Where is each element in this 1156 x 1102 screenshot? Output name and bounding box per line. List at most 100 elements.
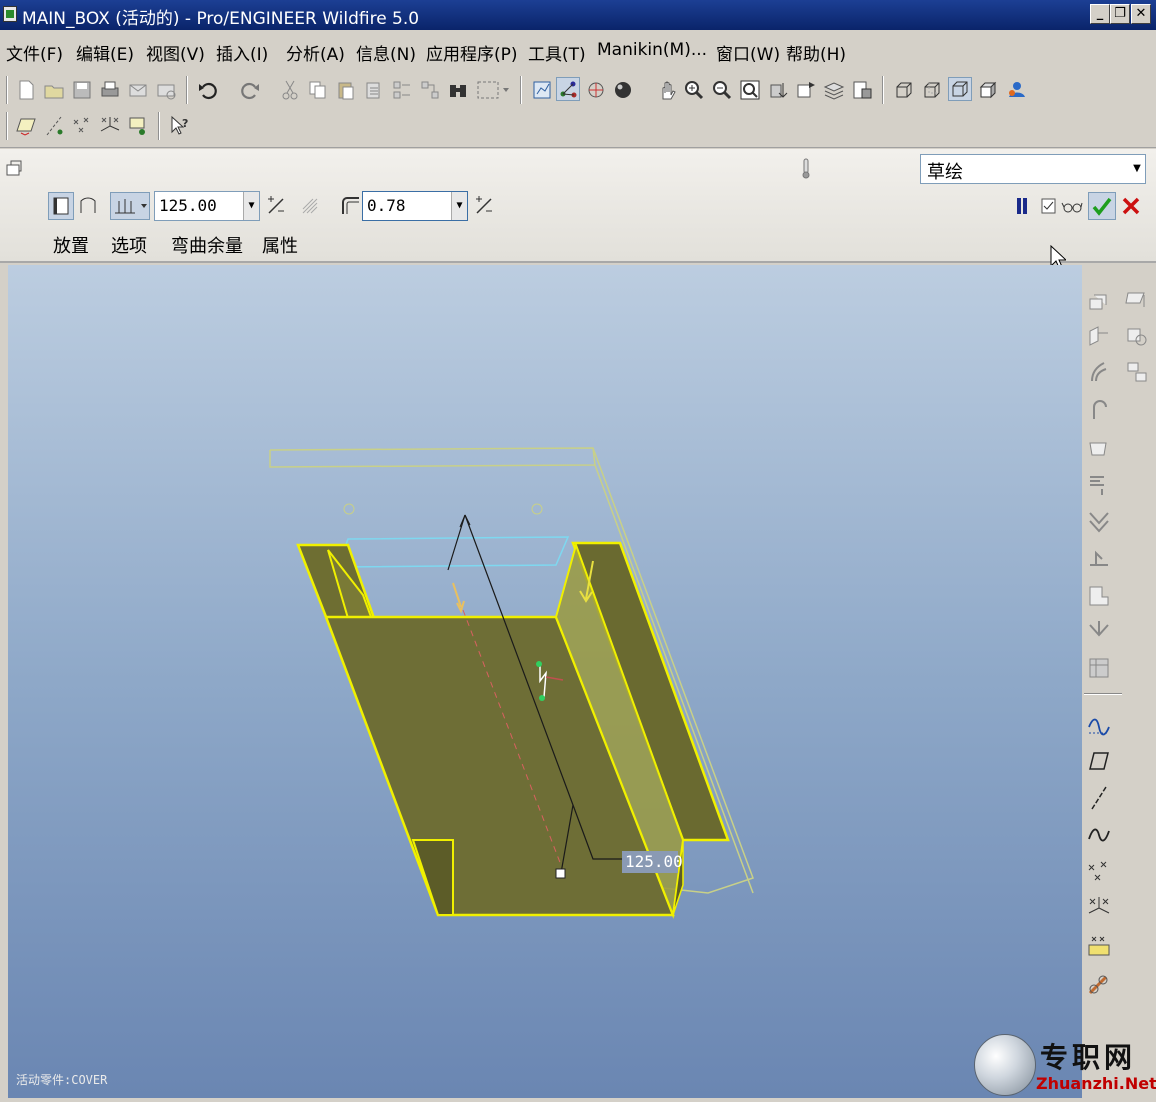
analysis-feature-icon[interactable] — [126, 114, 150, 138]
flatten-icon[interactable] — [1086, 583, 1112, 609]
pause-icon[interactable] — [1010, 194, 1034, 218]
glasses-preview-icon[interactable] — [1060, 194, 1084, 218]
menu-insert[interactable]: 插入(I) — [216, 40, 268, 65]
copy-icon[interactable] — [306, 78, 330, 102]
bend-icon[interactable] — [1086, 435, 1112, 461]
thickness-input[interactable]: 0.78 ▼ — [362, 191, 468, 221]
regen-manager-icon[interactable] — [418, 78, 442, 102]
bend-back-icon[interactable] — [1086, 545, 1112, 571]
unbend-icon[interactable] — [1086, 509, 1112, 535]
menu-applications[interactable]: 应用程序(P) — [426, 40, 518, 65]
extend-wall-icon[interactable] — [1124, 323, 1150, 349]
sketch-analysis-icon[interactable] — [1086, 933, 1112, 959]
sketch-point-icon[interactable] — [1086, 859, 1112, 885]
sketch-selector[interactable]: 草绘 ▼ — [920, 154, 1146, 184]
save-icon[interactable] — [70, 78, 94, 102]
chevron-down-icon[interactable]: ▼ — [451, 192, 467, 220]
chevron-down-icon[interactable]: ▼ — [243, 192, 259, 220]
datum-point-icon[interactable] — [70, 114, 94, 138]
menu-manikin[interactable]: Manikin(M)... — [597, 40, 707, 60]
unattached-wall-icon[interactable] — [1086, 397, 1112, 423]
flange-wall-icon[interactable] — [1086, 323, 1112, 349]
select-box-icon[interactable] — [474, 78, 512, 102]
repaint-icon[interactable] — [530, 78, 554, 102]
deform-icon[interactable] — [1086, 619, 1112, 645]
view-manager-icon[interactable] — [850, 78, 874, 102]
tab-properties[interactable]: 属性 — [262, 232, 298, 258]
menu-file[interactable]: 文件(F) — [6, 40, 63, 65]
sheetmetal-model[interactable] — [8, 265, 1082, 1098]
edge-bend-icon[interactable] — [1086, 471, 1112, 497]
length-input[interactable]: 125.00 ▼ — [154, 191, 260, 221]
coordinate-system-icon[interactable] — [98, 114, 122, 138]
sketch-spline-icon[interactable] — [1086, 821, 1112, 847]
sketch-plane-icon[interactable] — [1086, 749, 1112, 775]
preview-check-icon[interactable] — [1036, 194, 1060, 218]
thicken-side-icon[interactable] — [48, 192, 74, 220]
email-link-icon[interactable] — [154, 78, 178, 102]
menu-tools[interactable]: 工具(T) — [528, 40, 586, 65]
wireframe-icon[interactable] — [892, 78, 916, 102]
sketch-axis-icon[interactable] — [1086, 785, 1112, 811]
dimension-label[interactable]: 125.00 — [622, 851, 683, 873]
new-file-icon[interactable] — [14, 78, 38, 102]
paste-special-icon[interactable] — [362, 78, 386, 102]
menu-view[interactable]: 视图(V) — [146, 40, 205, 65]
twist-wall-icon[interactable] — [1086, 359, 1112, 385]
chevron-down-icon[interactable]: ▼ — [1129, 155, 1145, 183]
sketch-chain-icon[interactable] — [1086, 971, 1112, 997]
tab-placement[interactable]: 放置 — [53, 232, 89, 258]
spin-center-icon[interactable] — [556, 77, 580, 101]
open-file-icon[interactable] — [42, 78, 66, 102]
zoom-out-icon[interactable] — [710, 78, 734, 102]
edge-treatment-icon[interactable] — [298, 194, 322, 218]
cut-icon[interactable] — [278, 78, 302, 102]
datum-axis-icon[interactable] — [42, 114, 66, 138]
refit-icon[interactable] — [738, 78, 762, 102]
wall-icon[interactable] — [1086, 287, 1112, 313]
print-icon[interactable] — [98, 78, 122, 102]
zoom-in-icon[interactable] — [682, 78, 706, 102]
graphics-viewport[interactable]: 125.00 — [8, 265, 1082, 1098]
undo-icon[interactable] — [196, 78, 220, 102]
flip-length-icon[interactable] — [264, 194, 288, 218]
reorient-icon[interactable] — [766, 78, 790, 102]
tab-options[interactable]: 选项 — [111, 232, 147, 258]
form-icon[interactable] — [1086, 655, 1112, 681]
menu-info[interactable]: 信息(N) — [356, 40, 416, 65]
no-hidden-icon[interactable] — [948, 77, 972, 101]
model-tree-icon[interactable] — [1004, 78, 1028, 102]
redo-icon[interactable] — [238, 78, 262, 102]
tab-bend-allowance[interactable]: 弯曲余量 — [171, 232, 243, 258]
sketch-csys-icon[interactable] — [1086, 895, 1112, 921]
datum-plane-icon[interactable] — [14, 114, 38, 138]
regenerate-icon[interactable] — [390, 78, 414, 102]
length-type-icon[interactable] — [110, 192, 150, 220]
email-icon[interactable] — [126, 78, 150, 102]
flat-wall-icon[interactable] — [1124, 287, 1150, 313]
merge-wall-icon[interactable] — [1124, 359, 1150, 385]
layers-icon[interactable] — [822, 78, 846, 102]
flip-thickness-icon[interactable] — [472, 194, 496, 218]
menu-help[interactable]: 帮助(H) — [786, 40, 846, 65]
menu-window[interactable]: 窗口(W) — [716, 40, 780, 65]
shading-icon[interactable] — [976, 78, 1000, 102]
bend-radius-icon[interactable] — [338, 194, 362, 218]
confirm-button[interactable] — [1088, 192, 1116, 220]
whats-this-icon[interactable]: ? — [168, 114, 192, 138]
hidden-line-icon[interactable] — [920, 78, 944, 102]
saved-views-icon[interactable] — [794, 78, 818, 102]
appearance-icon[interactable] — [612, 78, 636, 102]
pan-icon[interactable] — [656, 78, 680, 102]
menu-edit[interactable]: 编辑(E) — [76, 40, 134, 65]
orient-icon[interactable] — [584, 78, 608, 102]
close-button[interactable]: ✕ — [1131, 4, 1151, 24]
offset-side-icon[interactable] — [76, 194, 100, 218]
cancel-button[interactable] — [1119, 194, 1143, 218]
find-icon[interactable] — [446, 78, 470, 102]
maximize-button[interactable]: ❐ — [1110, 4, 1130, 24]
menu-analysis[interactable]: 分析(A) — [286, 40, 345, 65]
paste-icon[interactable] — [334, 78, 358, 102]
minimize-button[interactable]: _ — [1090, 4, 1110, 24]
sketch-curve-icon[interactable] — [1086, 711, 1112, 737]
